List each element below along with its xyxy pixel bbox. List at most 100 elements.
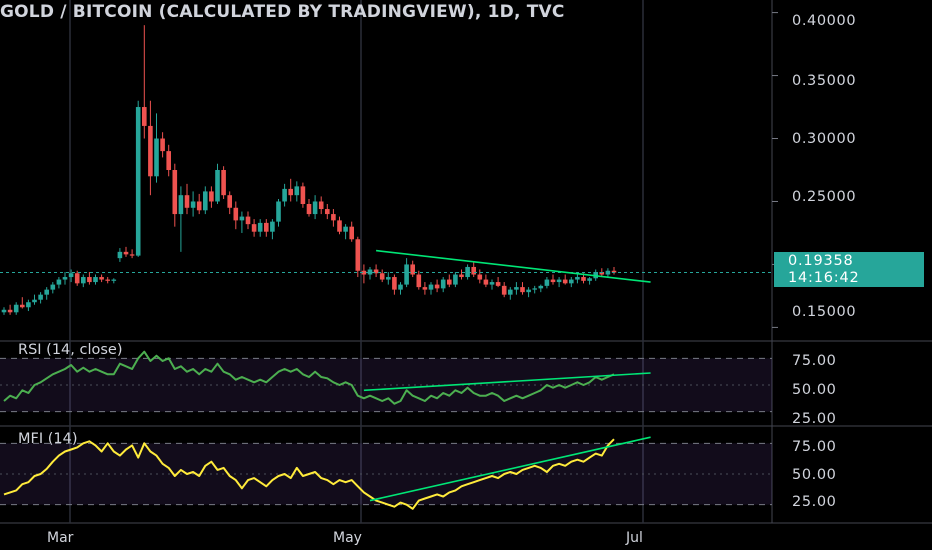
candle-body bbox=[203, 191, 208, 211]
x-label-jul: Jul bbox=[626, 530, 643, 546]
candle-body bbox=[398, 284, 403, 290]
candle-body bbox=[581, 277, 586, 281]
candle-body bbox=[508, 289, 513, 295]
last-price-tag: 0.19358 bbox=[774, 252, 924, 270]
candle-body bbox=[105, 279, 110, 281]
candle-body bbox=[221, 170, 226, 196]
candle-body bbox=[300, 186, 306, 204]
candle-body bbox=[520, 287, 525, 293]
candle-body bbox=[264, 222, 269, 232]
candle-body bbox=[87, 277, 92, 283]
candle-body bbox=[410, 264, 415, 275]
candle-body bbox=[569, 279, 574, 284]
price-tick-035: 0.35000 bbox=[792, 73, 857, 89]
price-tick-015: 0.15000 bbox=[792, 304, 857, 320]
candle-body bbox=[453, 274, 458, 285]
candle-body bbox=[416, 274, 422, 288]
candle-body bbox=[245, 216, 251, 225]
candle-body bbox=[312, 201, 318, 215]
candle-body bbox=[483, 279, 489, 285]
candle-body bbox=[209, 191, 214, 202]
candle-body bbox=[38, 294, 43, 300]
candle-body bbox=[123, 251, 129, 255]
candle-body bbox=[465, 266, 470, 278]
candle-body bbox=[337, 220, 342, 232]
price-candles[interactable] bbox=[0, 25, 772, 315]
candle-body bbox=[68, 273, 74, 278]
candle-body bbox=[26, 302, 31, 308]
candle-body bbox=[440, 279, 446, 289]
price-tick-025: 0.25000 bbox=[792, 189, 857, 205]
mfi-label[interactable]: MFI (14) bbox=[18, 431, 78, 447]
candle-body bbox=[282, 188, 287, 202]
candle-body bbox=[196, 201, 202, 211]
candle-body bbox=[233, 207, 239, 221]
x-label-may: May bbox=[333, 530, 362, 546]
mfi-tick-25: 25.00 bbox=[792, 494, 837, 510]
candle-body bbox=[172, 170, 178, 215]
mfi-tick-50: 50.00 bbox=[792, 467, 837, 483]
candle-body bbox=[20, 304, 25, 308]
candle-body bbox=[306, 204, 312, 215]
candle-body bbox=[44, 289, 49, 295]
candle-body bbox=[32, 299, 37, 303]
candle-body bbox=[495, 282, 501, 286]
candle-body bbox=[50, 284, 56, 290]
candle-body bbox=[288, 188, 293, 196]
candle-body bbox=[227, 195, 232, 208]
rsi-series[interactable] bbox=[0, 350, 772, 413]
candle-body bbox=[404, 264, 409, 285]
candle-body bbox=[544, 279, 550, 286]
candle-body bbox=[129, 254, 135, 256]
candle-body bbox=[276, 201, 281, 222]
candle-body bbox=[190, 201, 196, 208]
candle-body bbox=[501, 285, 507, 295]
price-tick-030: 0.30000 bbox=[792, 131, 857, 147]
candle-body bbox=[166, 151, 171, 170]
candle-body bbox=[428, 284, 434, 290]
candle-body bbox=[434, 284, 440, 289]
candle-body bbox=[160, 138, 165, 152]
candle-body bbox=[471, 266, 476, 275]
mfi-series[interactable] bbox=[0, 436, 772, 510]
candle-body bbox=[386, 277, 391, 280]
candle-body bbox=[379, 273, 385, 280]
rsi-label[interactable]: RSI (14, close) bbox=[18, 342, 123, 358]
candle-body bbox=[294, 186, 300, 196]
candle-body bbox=[99, 277, 104, 280]
candle-body bbox=[251, 224, 257, 232]
chart-title: GOLD / BITCOIN (CALCULATED BY TRADINGVIE… bbox=[0, 2, 565, 22]
candle-body bbox=[142, 107, 147, 126]
candle-body bbox=[215, 170, 220, 202]
candle-body bbox=[7, 309, 13, 313]
candle-body bbox=[154, 138, 159, 177]
candle-body bbox=[575, 277, 580, 280]
candle-body bbox=[514, 287, 519, 290]
candle-body bbox=[93, 277, 98, 283]
rsi-tick-50: 50.00 bbox=[792, 382, 837, 398]
candle-body bbox=[526, 289, 531, 293]
candle-body bbox=[62, 277, 68, 280]
candle-body bbox=[148, 125, 153, 177]
candle-body bbox=[13, 304, 19, 313]
candle-body bbox=[1, 309, 7, 313]
candle-body bbox=[81, 277, 86, 284]
candle-body bbox=[239, 216, 245, 221]
price-tick-040: 0.40000 bbox=[792, 13, 857, 29]
candle-body bbox=[392, 277, 397, 290]
rsi-tick-75: 75.00 bbox=[792, 353, 837, 369]
candle-body bbox=[270, 221, 275, 232]
candle-body bbox=[355, 239, 361, 271]
candle-body bbox=[550, 279, 556, 283]
candle-body bbox=[556, 279, 562, 283]
candle-body bbox=[117, 251, 123, 259]
candle-body bbox=[587, 278, 592, 281]
candle-body bbox=[184, 195, 190, 208]
candle-body bbox=[538, 285, 544, 289]
candle-body bbox=[331, 214, 336, 221]
candle-body bbox=[532, 288, 537, 290]
candle-body bbox=[459, 274, 464, 278]
rsi-tick-25: 25.00 bbox=[792, 411, 837, 427]
candle-body bbox=[257, 222, 263, 232]
candle-body bbox=[489, 282, 495, 285]
